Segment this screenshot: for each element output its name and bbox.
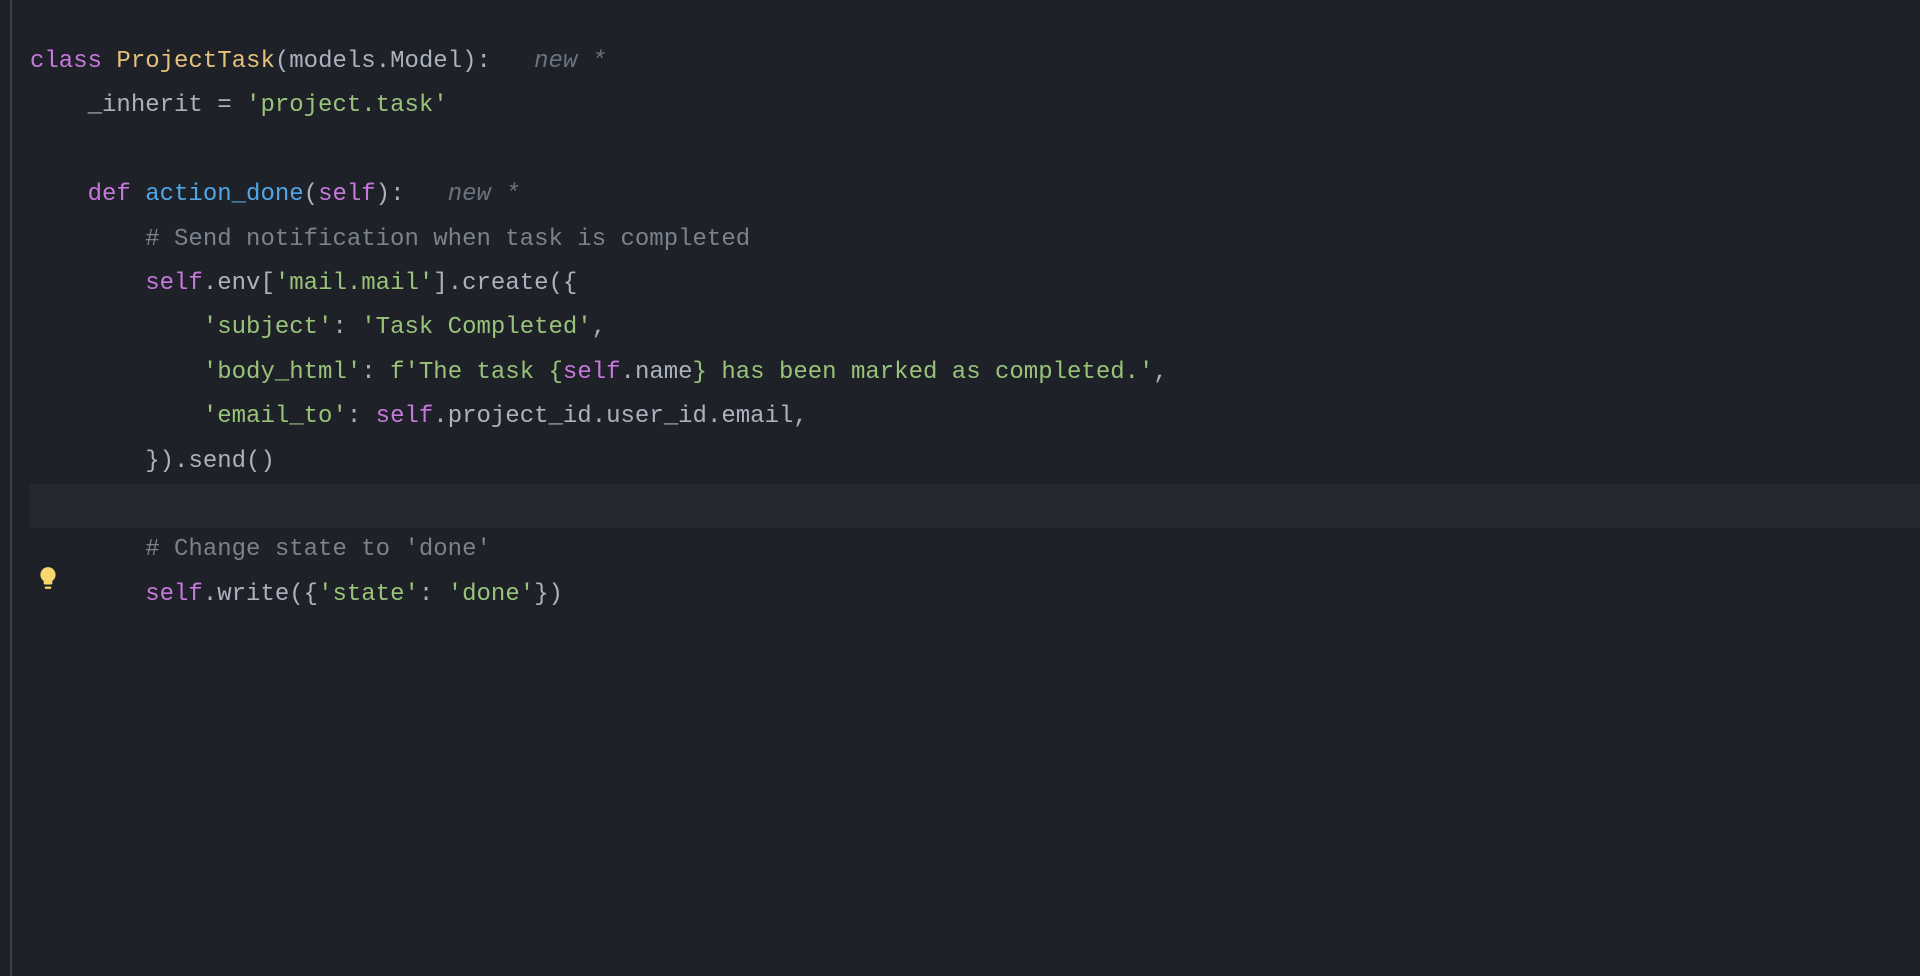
identifier: env: [217, 270, 260, 297]
code-line[interactable]: 'subject': 'Task Completed',: [30, 306, 1920, 350]
punct: ,: [1153, 359, 1167, 386]
dict-key: 'email_to': [203, 403, 347, 430]
code-line[interactable]: _inherit = 'project.task': [30, 84, 1920, 128]
indent: [30, 448, 145, 475]
identifier: create: [462, 270, 548, 297]
punct: .: [376, 48, 390, 75]
string: 'project.task': [246, 92, 448, 119]
punct: :: [419, 581, 448, 608]
punct: ): [376, 181, 390, 208]
identifier: Model: [390, 48, 462, 75]
inlay-hint: new *: [448, 181, 520, 208]
punct: .: [621, 359, 635, 386]
code-line[interactable]: self.write({'state': 'done'}): [30, 573, 1920, 617]
code-line[interactable]: 'body_html': f'The task {self.name} has …: [30, 351, 1920, 395]
keyword-def: def: [88, 181, 146, 208]
string: 'Task Completed': [361, 314, 591, 341]
punct: }): [534, 581, 563, 608]
current-line[interactable]: [30, 484, 1920, 528]
identifier: _inherit: [88, 92, 203, 119]
identifier: email: [721, 403, 793, 430]
self-param: self: [318, 181, 376, 208]
indent: [30, 403, 203, 430]
comment: # Send notification when task is complet…: [145, 226, 750, 253]
code-line[interactable]: def action_done(self): new *: [30, 173, 1920, 217]
punct: [: [260, 270, 274, 297]
indent: [30, 536, 145, 563]
identifier: write: [217, 581, 289, 608]
punct: .: [433, 403, 447, 430]
punct: :: [477, 48, 491, 75]
indent: [30, 581, 145, 608]
identifier: models: [289, 48, 375, 75]
self-ref: self: [376, 403, 434, 430]
string: } has been marked as completed.': [693, 359, 1154, 386]
code-line[interactable]: self.env['mail.mail'].create({: [30, 262, 1920, 306]
punct: :: [332, 314, 361, 341]
identifier: project_id: [448, 403, 592, 430]
punct: ]: [433, 270, 447, 297]
punct: ): [462, 48, 476, 75]
dict-key: 'state': [318, 581, 419, 608]
code-line[interactable]: 'email_to': self.project_id.user_id.emai…: [30, 395, 1920, 439]
dict-key: 'body_html': [203, 359, 361, 386]
code-line[interactable]: }).send(): [30, 440, 1920, 484]
string: 'done': [448, 581, 534, 608]
punct: .: [448, 270, 462, 297]
punct: .: [203, 581, 217, 608]
punct: (: [275, 48, 289, 75]
punct: :: [361, 359, 390, 386]
indent: [30, 181, 88, 208]
indent: [30, 92, 88, 119]
function-name: action_done: [145, 181, 303, 208]
punct: ({: [549, 270, 578, 297]
indent: [30, 314, 203, 341]
punct: ({: [289, 581, 318, 608]
identifier: name: [635, 359, 693, 386]
punct: .: [592, 403, 606, 430]
code-line[interactable]: class ProjectTask(models.Model): new *: [30, 40, 1920, 84]
dict-key: 'subject': [203, 314, 333, 341]
fstring-prefix: f: [390, 359, 404, 386]
indent: [30, 226, 145, 253]
indent: [30, 359, 203, 386]
class-name: ProjectTask: [116, 48, 274, 75]
punct: ,: [793, 403, 807, 430]
inlay-hint: new *: [534, 48, 606, 75]
identifier: send: [188, 448, 246, 475]
comment: # Change state to 'done': [145, 536, 491, 563]
punct: (: [304, 181, 318, 208]
punct: }): [145, 448, 174, 475]
punct: .: [707, 403, 721, 430]
punct: ,: [592, 314, 606, 341]
code-line[interactable]: # Change state to 'done': [30, 528, 1920, 572]
self-ref: self: [145, 270, 203, 297]
self-ref: self: [145, 581, 203, 608]
identifier: user_id: [606, 403, 707, 430]
blank-line[interactable]: [30, 129, 1920, 173]
code-editor[interactable]: class ProjectTask(models.Model): new * _…: [0, 40, 1920, 617]
operator: =: [203, 92, 246, 119]
string: 'The task {: [404, 359, 562, 386]
punct: .: [203, 270, 217, 297]
keyword-class: class: [30, 48, 116, 75]
punct: .: [174, 448, 188, 475]
punct: (): [246, 448, 275, 475]
code-line[interactable]: # Send notification when task is complet…: [30, 218, 1920, 262]
indent: [30, 270, 145, 297]
string: 'mail.mail': [275, 270, 433, 297]
punct: :: [390, 181, 404, 208]
self-ref: self: [563, 359, 621, 386]
punct: :: [347, 403, 376, 430]
